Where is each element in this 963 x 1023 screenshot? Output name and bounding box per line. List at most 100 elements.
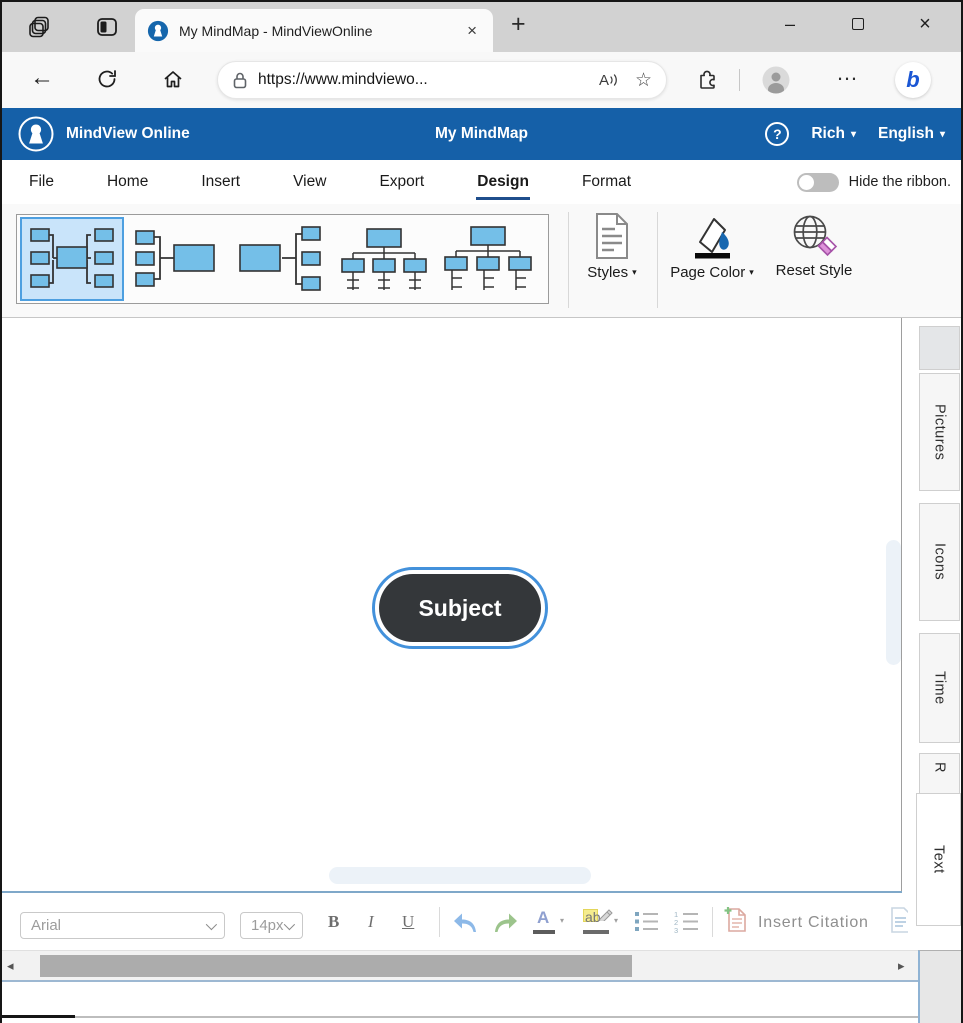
undo-icon[interactable] <box>452 909 479 934</box>
browser-toolbar: ← https://www.mindviewo... A ☆ <box>2 52 961 108</box>
help-icon[interactable]: ? <box>765 122 789 146</box>
insert-citation-icon[interactable] <box>724 906 748 934</box>
canvas-horizontal-scrollbar[interactable] <box>329 867 591 884</box>
highlight-pencil-icon <box>598 906 613 921</box>
sidebar-tab-text[interactable]: Text <box>916 793 961 926</box>
mindview-logo <box>18 116 54 152</box>
chevron-down-icon: ▾ <box>632 267 637 278</box>
bottom-strip <box>2 982 918 1023</box>
home-icon[interactable] <box>162 68 184 90</box>
bold-button[interactable]: B <box>328 912 339 932</box>
mindmap-canvas[interactable]: Subject <box>2 318 902 893</box>
refresh-icon[interactable] <box>96 68 118 90</box>
italic-button[interactable]: I <box>368 912 374 932</box>
styles-button[interactable]: Styles ▾ <box>580 212 644 281</box>
menu-export[interactable]: Export <box>378 164 425 200</box>
main-area: Subject Arial 14px B I U <box>2 318 961 1023</box>
menu-format[interactable]: Format <box>581 164 632 200</box>
sidebar-tab-pictures[interactable]: Pictures <box>919 373 960 491</box>
read-aloud-icon[interactable]: A <box>599 72 619 89</box>
menu-insert[interactable]: Insert <box>200 164 241 200</box>
styles-label: Styles <box>587 264 628 281</box>
workspaces-icon[interactable] <box>28 15 52 39</box>
tab-title: My MindMap - MindViewOnline <box>179 23 463 39</box>
app-header: MindView Online My MindMap ? Rich ▾ Engl… <box>2 108 961 160</box>
menu-file[interactable]: File <box>28 164 55 200</box>
root-topic-label: Subject <box>379 574 541 642</box>
clipped-citation-icon <box>890 906 908 936</box>
chevron-down-icon: ▾ <box>940 129 945 140</box>
font-family-value: Arial <box>31 917 61 934</box>
toolbar-divider <box>439 907 440 937</box>
insert-citation-label[interactable]: Insert Citation <box>758 914 869 932</box>
font-size-select[interactable]: 14px <box>240 912 303 939</box>
highlight-bar <box>583 930 609 934</box>
language-menu[interactable]: English ▾ <box>878 125 945 143</box>
extensions-icon[interactable] <box>696 67 719 90</box>
root-topic-node[interactable]: Subject <box>372 567 548 649</box>
svg-text:3: 3 <box>674 926 678 933</box>
browser-tab[interactable]: My MindMap - MindViewOnline × <box>135 9 493 52</box>
sidebar-tab-icons[interactable]: Icons <box>919 503 960 621</box>
scroll-left-arrow[interactable]: ◂ <box>7 958 14 974</box>
right-sidebar: Pictures Icons Time R Text <box>918 318 963 1023</box>
numbered-list-icon[interactable]: 1 2 3 <box>674 910 699 933</box>
menu-home[interactable]: Home <box>106 164 149 200</box>
bullet-list-icon[interactable] <box>634 910 659 933</box>
user-menu[interactable]: Rich ▾ <box>811 125 856 143</box>
language-name: English <box>878 125 934 143</box>
browser-window: My MindMap - MindViewOnline × + – × ← ht… <box>0 0 963 1023</box>
text-format-toolbar: Arial 14px B I U A ▾ <box>2 893 918 950</box>
hide-ribbon-toggle[interactable] <box>797 173 839 192</box>
bottom-edge-gray <box>75 1016 918 1018</box>
menu-view[interactable]: View <box>292 164 327 200</box>
styles-icon <box>594 212 630 260</box>
reset-style-label: Reset Style <box>776 262 853 279</box>
sidebar-top-spacer <box>919 326 960 370</box>
redo-icon[interactable] <box>492 909 519 934</box>
menu-design[interactable]: Design <box>476 164 530 200</box>
chevron-down-icon: ▾ <box>749 267 754 278</box>
new-tab-button[interactable]: + <box>511 10 526 39</box>
underline-button[interactable]: U <box>402 912 414 932</box>
toolbar-divider <box>739 69 740 91</box>
tab-close-icon[interactable]: × <box>463 21 481 41</box>
window-maximize-button[interactable] <box>835 2 881 46</box>
window-close-button[interactable]: × <box>902 2 948 46</box>
profile-avatar[interactable] <box>762 66 790 94</box>
reset-style-button[interactable]: Reset Style <box>764 212 864 279</box>
hide-ribbon-label: Hide the ribbon. <box>849 174 951 190</box>
bottom-edge-dark <box>2 1015 75 1018</box>
address-bar[interactable]: https://www.mindviewo... A ☆ <box>217 61 667 99</box>
chevron-down-icon: ▾ <box>851 129 856 140</box>
scroll-right-arrow[interactable]: ▸ <box>898 958 905 974</box>
window-minimize-button[interactable]: – <box>767 2 813 46</box>
font-family-select[interactable]: Arial <box>20 912 225 939</box>
layout-thumb-right[interactable] <box>124 217 228 301</box>
settings-menu-icon[interactable]: … <box>836 60 859 86</box>
sidebar-tab-time[interactable]: Time <box>919 633 960 743</box>
page-horizontal-scrollbar[interactable]: ◂ ▸ <box>2 950 918 980</box>
brand-name: MindView Online <box>66 125 190 143</box>
layout-thumb-mindmap[interactable] <box>20 217 124 301</box>
bing-icon[interactable]: b <box>895 62 931 98</box>
lock-icon <box>232 71 248 89</box>
ribbon-divider <box>568 212 569 308</box>
ribbon-menubar: File Home Insert View Export Design Form… <box>2 160 961 204</box>
canvas-vertical-scrollbar[interactable] <box>886 540 901 665</box>
layout-thumb-top-down[interactable] <box>332 217 436 301</box>
layout-gallery <box>16 214 549 304</box>
favorites-star-icon[interactable]: ☆ <box>635 69 652 92</box>
scrollbar-thumb[interactable] <box>40 955 632 977</box>
tab-actions-icon[interactable] <box>96 16 118 38</box>
layout-thumb-left[interactable] <box>228 217 332 301</box>
font-color-button[interactable]: A <box>537 908 549 928</box>
mindview-favicon <box>147 20 169 42</box>
chevron-down-icon[interactable]: ▾ <box>614 916 618 925</box>
chevron-down-icon[interactable]: ▾ <box>560 916 564 925</box>
chevron-down-icon <box>284 918 295 929</box>
back-icon[interactable]: ← <box>30 64 54 92</box>
url-text[interactable]: https://www.mindviewo... <box>258 71 599 89</box>
layout-thumb-top-down-list[interactable] <box>436 217 540 301</box>
page-color-button[interactable]: Page Color▾ <box>662 212 762 281</box>
